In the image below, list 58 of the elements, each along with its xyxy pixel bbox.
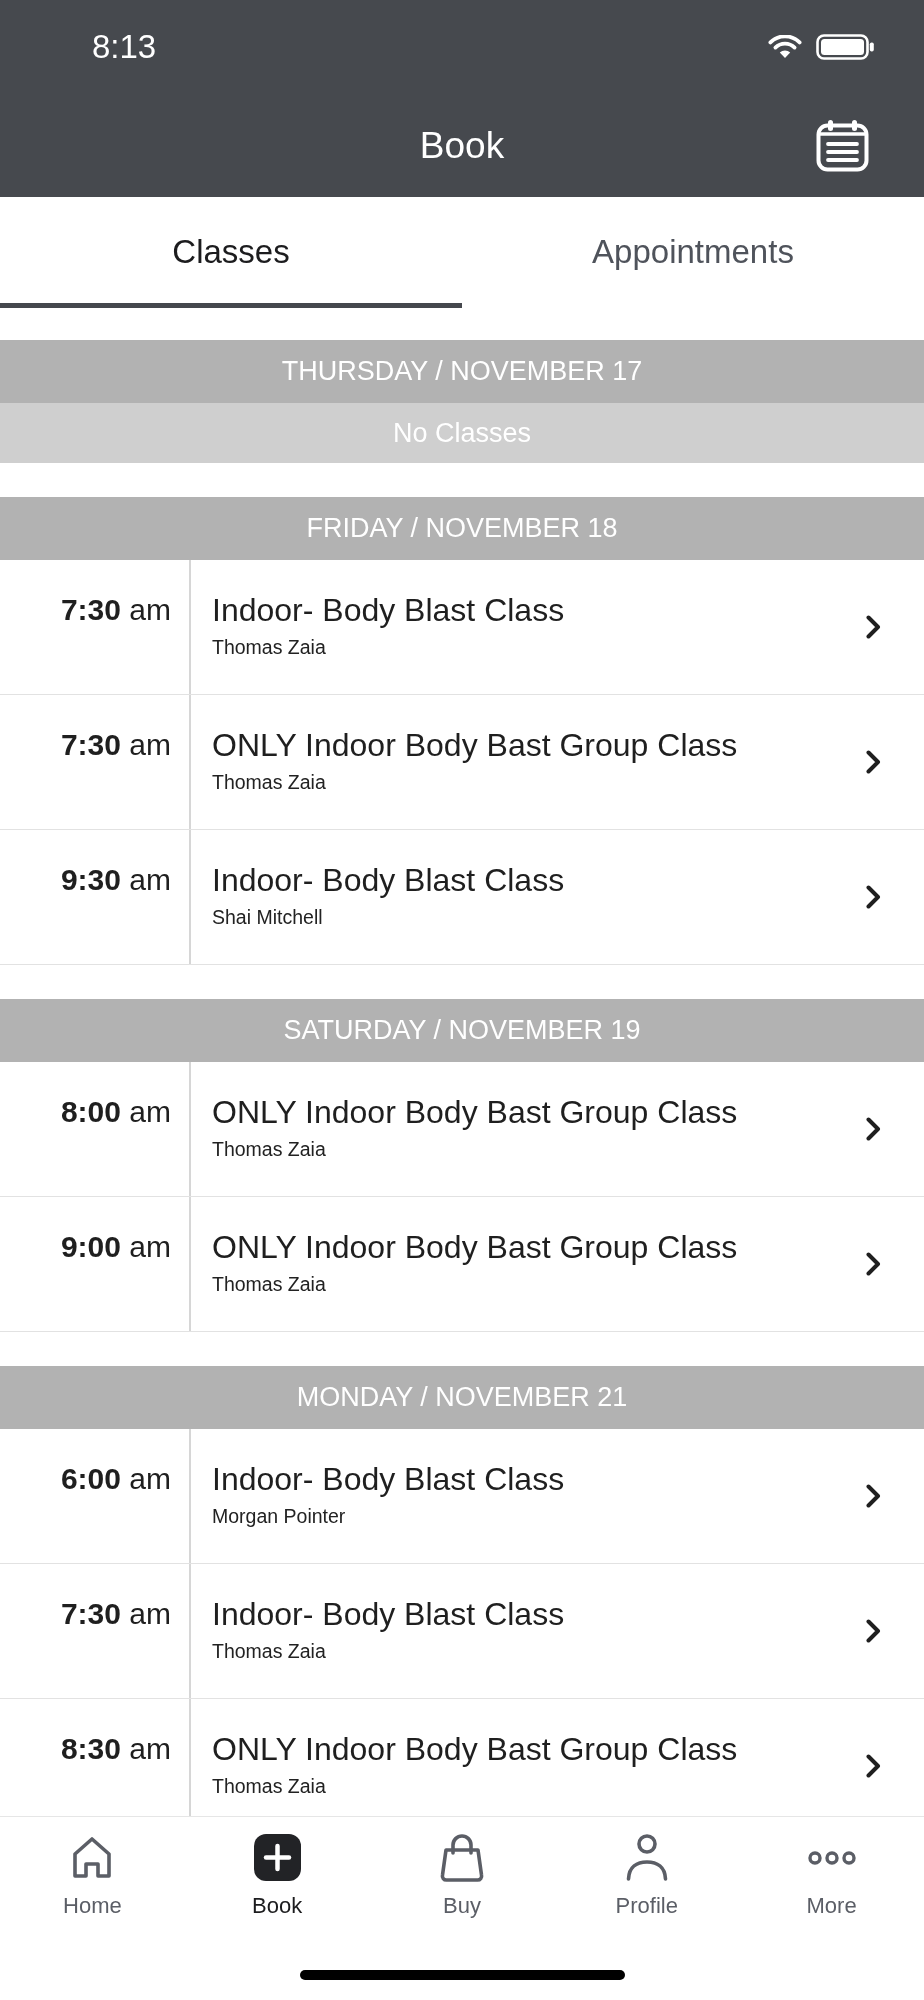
instructor-name: Thomas Zaia (212, 1137, 326, 1161)
class-title: Indoor- Body Blast Class (212, 1596, 565, 1632)
chevron-icon (866, 1252, 881, 1276)
class-time: 8:00 am (60, 1094, 171, 1130)
class-row[interactable]: 7:30 am ONLY Indoor Body Bast Group Class Thomas Zaia (0, 695, 924, 830)
nav-tab[interactable]: Buy (369, 1817, 555, 1919)
wifi-icon (768, 35, 802, 59)
class-row[interactable]: 9:30 am Indoor- Body Blast Class Shai Mitchell (0, 830, 924, 965)
instructor-name: Shai Mitchell (212, 905, 323, 929)
chevron-icon (866, 1117, 881, 1141)
person-icon (624, 1834, 669, 1881)
class-row[interactable]: 6:00 am Indoor- Body Blast Class Morgan Pointer (0, 1429, 924, 1564)
chevron-icon (866, 1484, 881, 1508)
class-time: 7:30 am (60, 1596, 171, 1632)
screen-title: Book (419, 123, 505, 168)
instructor-name: Thomas Zaia (212, 1272, 326, 1296)
battery-icon (816, 34, 874, 60)
class-title: Indoor- Body Blast Class (212, 1461, 565, 1497)
class-title: ONLY Indoor Body Bast Group Class (212, 1731, 738, 1767)
class-time: 6:00 am (60, 1461, 171, 1497)
instructor-name: Thomas Zaia (212, 1774, 326, 1798)
instructor-name: Thomas Zaia (212, 1639, 326, 1663)
chevron-icon (866, 1754, 881, 1778)
class-title: Indoor- Body Blast Class (212, 592, 565, 628)
chevron-icon (866, 750, 881, 774)
class-time: 7:30 am (60, 727, 171, 763)
chevron-icon (866, 885, 881, 909)
class-time: 9:00 am (60, 1229, 171, 1265)
class-row[interactable]: 7:30 am Indoor- Body Blast Class Thomas Zaia (0, 1564, 924, 1699)
instructor-name: Morgan Pointer (212, 1504, 346, 1528)
date-header: FRIDAY / NOVEMBER 18 (0, 497, 924, 560)
class-row[interactable]: 9:00 am ONLY Indoor Body Bast Group Class Thomas Zaia (0, 1197, 924, 1332)
bag-icon (439, 1833, 485, 1882)
nav-tab[interactable]: Book (184, 1817, 370, 1919)
class-title: ONLY Indoor Body Bast Group Class (212, 1094, 738, 1130)
date-header: SATURDAY / NOVEMBER 19 (0, 999, 924, 1062)
class-time: 9:30 am (60, 862, 171, 898)
class-time: 7:30 am (60, 592, 171, 628)
home-icon (72, 1836, 113, 1879)
plus-icon (253, 1834, 301, 1881)
class-time: 8:30 am (60, 1731, 171, 1767)
class-title: Indoor- Body Blast Class (212, 862, 565, 898)
date-header: THURSDAY / NOVEMBER 17 (0, 340, 924, 403)
calendar-icon[interactable] (816, 119, 869, 172)
status-time: 8:13 (92, 28, 157, 66)
instructor-name: Thomas Zaia (212, 770, 326, 794)
instructor-name: Thomas Zaia (212, 635, 326, 659)
chevron-icon (866, 615, 881, 639)
class-row[interactable]: 8:00 am ONLY Indoor Body Bast Group Class Thomas Zaia (0, 1062, 924, 1197)
more-icon (807, 1850, 856, 1865)
nav-tab[interactable]: Home (0, 1817, 185, 1919)
class-row[interactable]: 7:30 am Indoor- Body Blast Class Thomas Zaia (0, 560, 924, 695)
chevron-icon (866, 1619, 881, 1643)
class-title: ONLY Indoor Body Bast Group Class (212, 1229, 738, 1265)
nav-tab[interactable]: Profile (554, 1817, 740, 1919)
nav-tab[interactable]: More (739, 1817, 924, 1919)
date-header: MONDAY / NOVEMBER 21 (0, 1366, 924, 1429)
class-title: ONLY Indoor Body Bast Group Class (212, 727, 738, 763)
